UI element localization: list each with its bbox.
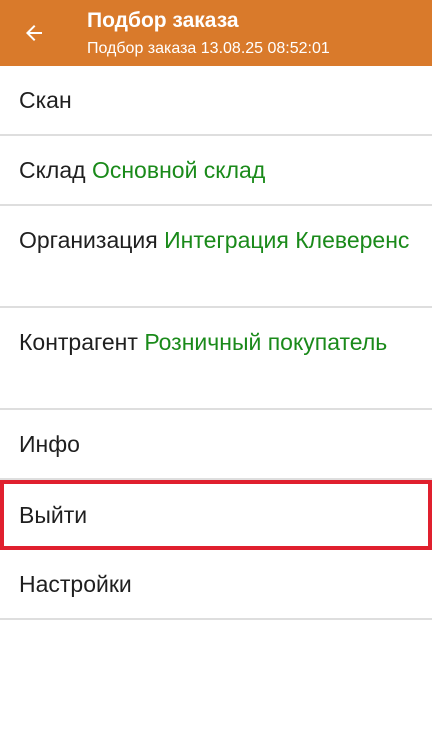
menu-item-exit[interactable]: Выйти xyxy=(0,480,432,550)
menu-item-value: Интеграция Клеверенс xyxy=(164,227,410,253)
menu-item-organization[interactable]: Организация Интеграция Клеверенс xyxy=(0,206,432,308)
menu-item-value: Розничный покупатель xyxy=(144,329,388,355)
menu-item-label: Настройки xyxy=(19,570,132,597)
menu-item-label: Скан xyxy=(19,86,72,113)
menu-item-label: Организация xyxy=(19,227,158,253)
menu-item-scan[interactable]: Скан xyxy=(0,66,432,136)
back-button[interactable] xyxy=(14,13,54,53)
menu-item-label: Контрагент xyxy=(19,329,138,355)
menu-item-info[interactable]: Инфо xyxy=(0,410,432,480)
menu-item-label: Склад xyxy=(19,156,86,183)
menu-item-counterparty[interactable]: Контрагент Розничный покупатель xyxy=(0,308,432,410)
arrow-left-icon xyxy=(26,25,42,41)
menu-list: Скан Склад Основной склад Организация Ин… xyxy=(0,66,432,620)
menu-item-label: Выйти xyxy=(19,501,88,528)
app-bar: Подбор заказа Подбор заказа 13.08.25 08:… xyxy=(0,0,432,66)
menu-item-settings[interactable]: Настройки xyxy=(0,550,432,620)
page-subtitle: Подбор заказа 13.08.25 08:52:01 xyxy=(87,40,330,57)
page-title: Подбор заказа xyxy=(87,9,239,32)
menu-item-warehouse[interactable]: Склад Основной склад xyxy=(0,136,432,206)
menu-item-label: Инфо xyxy=(19,430,80,457)
menu-item-value: Основной склад xyxy=(91,156,266,183)
